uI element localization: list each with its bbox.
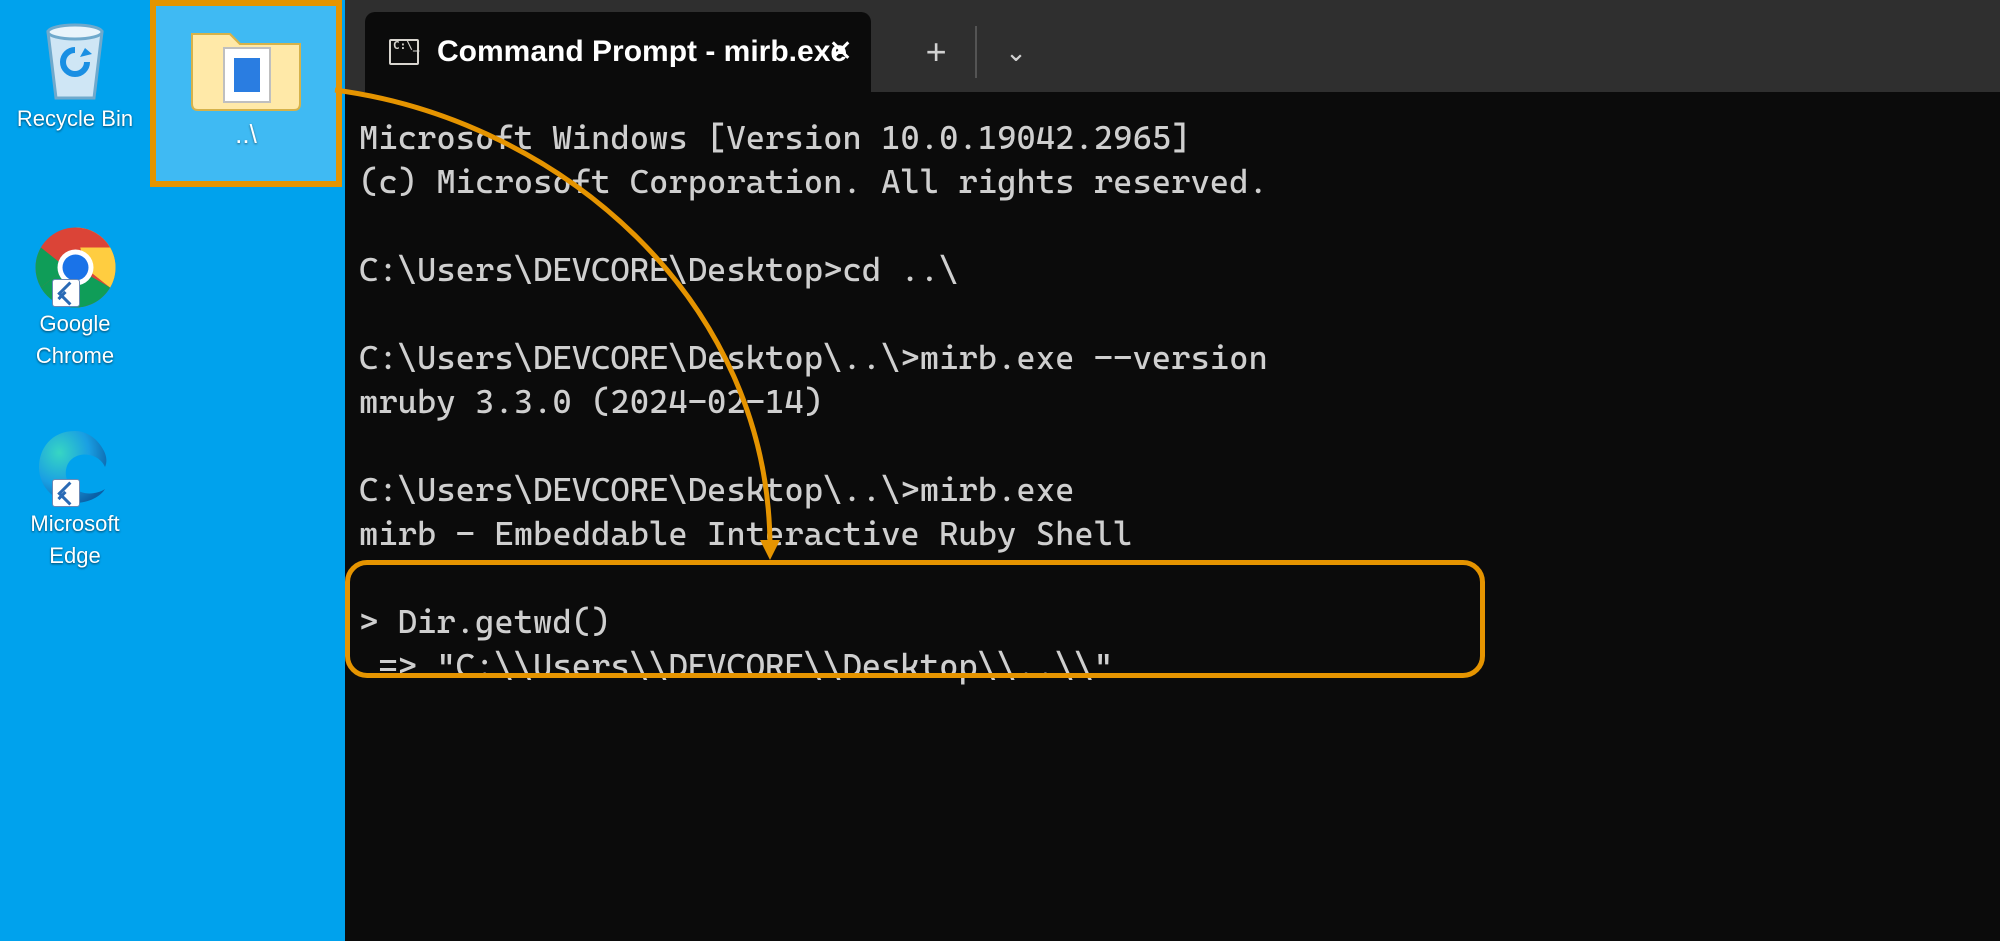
terminal-window: Command Prompt - mirb.exe ✕ + ⌄ Microsof… bbox=[345, 0, 2000, 941]
tab-dropdown-button[interactable]: ⌄ bbox=[981, 12, 1051, 92]
folder-label: ..\ bbox=[156, 119, 336, 150]
term-line: C:\Users\DEVCORE\Desktop>cd ..\ bbox=[359, 250, 958, 289]
term-line: (c) Microsoft Corporation. All rights re… bbox=[359, 162, 1268, 201]
folder-icon bbox=[186, 18, 306, 113]
shortcut-overlay-icon bbox=[52, 479, 80, 507]
term-line: C:\Users\DEVCORE\Desktop\..\>mirb.exe bbox=[359, 470, 1074, 509]
desktop-icon-folder-highlighted[interactable]: ..\ bbox=[150, 0, 342, 187]
desktop-icon-chrome[interactable]: Google Chrome bbox=[0, 225, 150, 369]
desktop: Recycle Bin ..\ bbox=[0, 0, 2000, 941]
recycle-bin-label: Recycle Bin bbox=[0, 106, 150, 132]
desktop-icon-recycle-bin[interactable]: Recycle Bin bbox=[0, 20, 150, 132]
tab-title: Command Prompt - mirb.exe bbox=[437, 35, 847, 69]
tab-close-button[interactable]: ✕ bbox=[828, 37, 853, 67]
terminal-tab[interactable]: Command Prompt - mirb.exe ✕ bbox=[365, 12, 871, 92]
term-line: Microsoft Windows [Version 10.0.19042.29… bbox=[359, 118, 1190, 157]
shortcut-overlay-icon bbox=[52, 279, 80, 307]
chrome-label-1: Google bbox=[0, 311, 150, 337]
terminal-titlebar: Command Prompt - mirb.exe ✕ + ⌄ bbox=[345, 0, 2000, 92]
new-tab-button[interactable]: + bbox=[901, 12, 971, 92]
edge-icon bbox=[30, 425, 120, 505]
term-line: C:\Users\DEVCORE\Desktop\..\>mirb.exe --… bbox=[359, 338, 1268, 377]
chrome-label-2: Chrome bbox=[0, 343, 150, 369]
term-line: mirb - Embeddable Interactive Ruby Shell bbox=[359, 514, 1132, 553]
chrome-icon bbox=[30, 225, 120, 305]
cmd-icon bbox=[389, 39, 419, 65]
term-line: mruby 3.3.0 (2024-02-14) bbox=[359, 382, 823, 421]
edge-label-1: Microsoft bbox=[0, 511, 150, 537]
edge-label-2: Edge bbox=[0, 543, 150, 569]
desktop-icon-edge[interactable]: Microsoft Edge bbox=[0, 425, 150, 569]
titlebar-separator bbox=[975, 26, 977, 78]
recycle-bin-icon bbox=[30, 20, 120, 100]
annotation-highlight-box bbox=[345, 560, 1485, 678]
